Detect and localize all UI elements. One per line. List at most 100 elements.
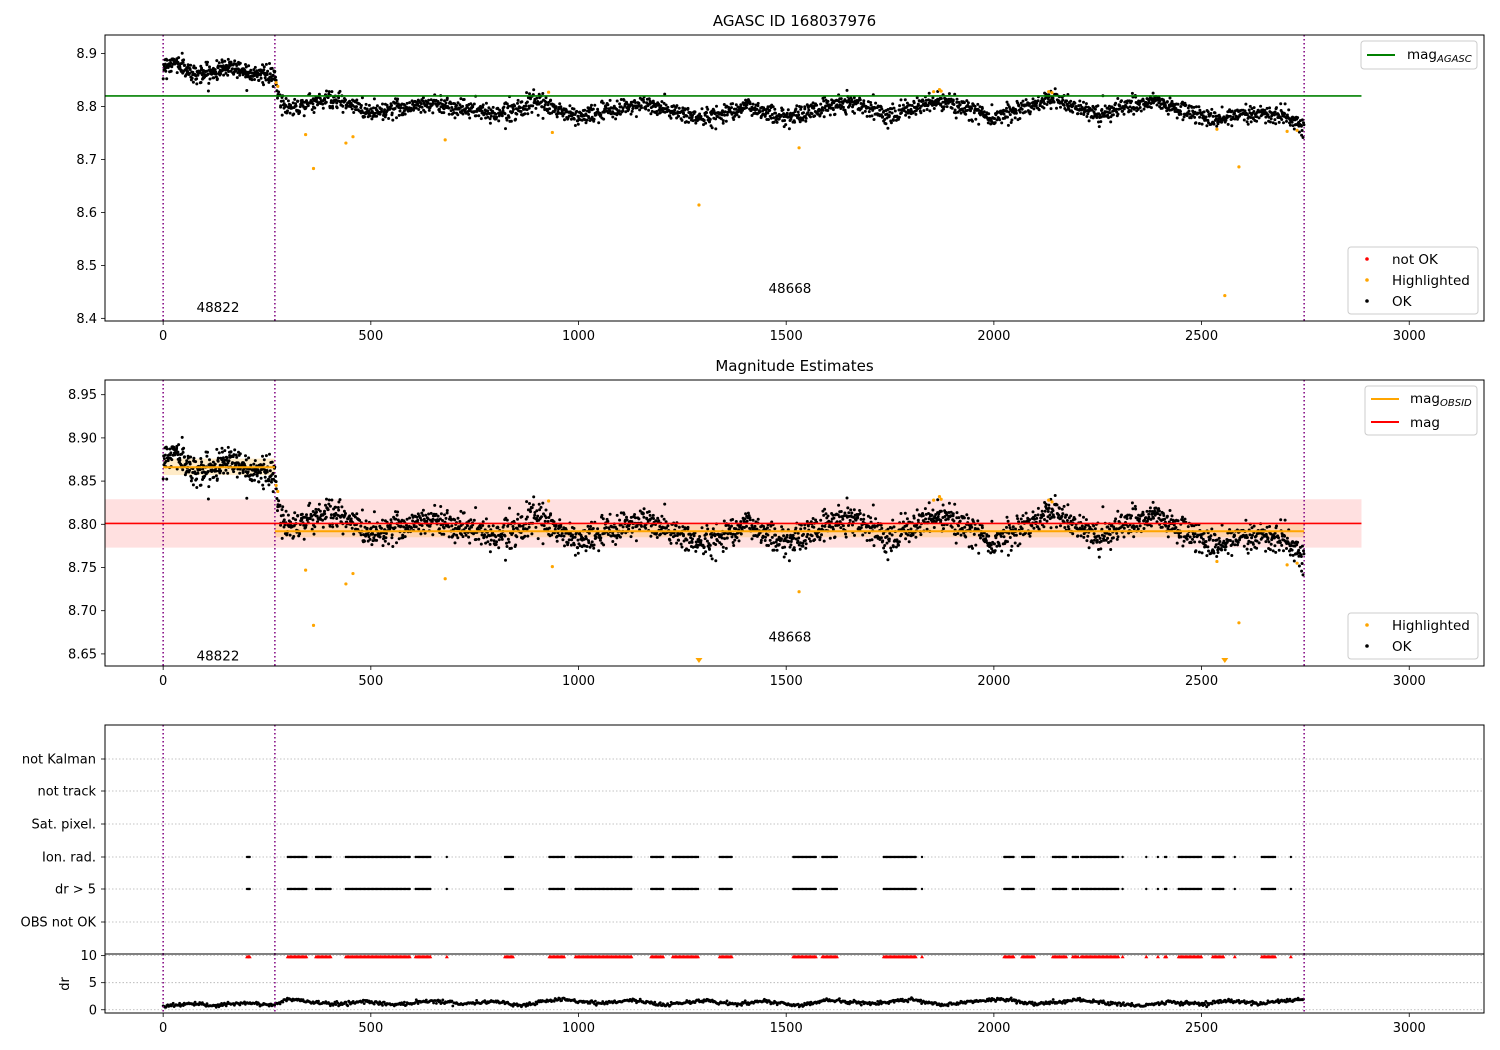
magnitude-estimates-ok-point	[233, 448, 237, 452]
agasc-ok-point	[1212, 122, 1216, 126]
agasc-ok-point	[206, 89, 210, 93]
magnitude-estimates-ok-point	[261, 483, 265, 487]
magnitude-estimates-ok-point	[464, 533, 468, 537]
agasc-ok-point	[427, 98, 431, 102]
agasc-ok-point	[165, 58, 169, 62]
agasc-ok-point	[312, 111, 316, 114]
magnitude-estimates-ok-point	[869, 516, 873, 520]
magnitude-estimates-ok-point	[442, 532, 446, 536]
agasc-ok-point	[1193, 115, 1197, 119]
magnitude-estimates-ok-point	[611, 540, 615, 543]
agasc-x-tick-label: 1000	[562, 329, 595, 344]
agasc-ok-point	[253, 78, 256, 81]
agasc-ok-point	[1028, 110, 1032, 114]
magnitude-estimates-ok-point	[641, 512, 645, 515]
agasc-ok-point	[350, 107, 354, 111]
agasc-ok-point	[1087, 119, 1091, 123]
magnitude-estimates-ok-point	[602, 543, 606, 547]
magnitude-estimates-ok-point	[1086, 534, 1090, 538]
magnitude-estimates-ok-point	[487, 524, 491, 528]
agasc-ok-point	[584, 121, 588, 125]
agasc-ok-point	[372, 97, 376, 101]
magnitude-estimates-ok-point	[1098, 536, 1102, 540]
magnitude-estimates-ok-point	[278, 503, 282, 507]
magnitude-estimates-ok-point	[250, 479, 254, 483]
magnitude-estimates-ok-point	[526, 534, 530, 538]
magnitude-estimates-ok-point	[698, 535, 702, 538]
magnitude-estimates-ok-point	[216, 459, 220, 463]
magnitude-estimates-ok-point	[389, 518, 393, 522]
magnitude-estimates-ok-point	[1065, 519, 1069, 522]
magnitude-estimates-ok-point	[1061, 512, 1065, 516]
magnitude-estimates-ok-point	[165, 477, 169, 481]
agasc-ok-point	[1265, 106, 1269, 110]
magnitude-estimates-ok-point	[1114, 517, 1118, 521]
agasc-ok-point	[387, 117, 391, 120]
agasc-ok-point	[1205, 124, 1209, 128]
magnitude-estimates-ok-point	[403, 535, 407, 539]
agasc-ok-point	[1032, 107, 1036, 111]
agasc-ok-point	[907, 115, 911, 119]
agasc-ok-point	[1216, 122, 1220, 126]
agasc-ok-point	[831, 108, 835, 112]
magnitude-estimates-ok-point	[1024, 511, 1028, 515]
agasc-ok-point	[292, 112, 296, 116]
agasc-ok-point	[767, 118, 770, 121]
agasc-ok-point	[453, 116, 457, 120]
magnitude-estimates-ok-point	[183, 455, 186, 459]
magnitude-estimates-ok-point	[447, 535, 451, 539]
agasc-ok-point	[502, 105, 506, 109]
agasc-ok-point	[383, 108, 387, 112]
magnitude-estimates-ok-point	[1145, 509, 1149, 513]
magnitude-estimates-ok-point	[259, 471, 262, 475]
magnitude-estimates-ok-point	[703, 537, 707, 541]
agasc-ok-point	[794, 107, 798, 111]
agasc-ok-point	[1274, 122, 1278, 126]
magnitude-estimates-ok-point	[389, 525, 392, 529]
agasc-ok-point	[1296, 116, 1300, 120]
agasc-ok-point	[265, 73, 269, 76]
agasc-ok-point	[477, 114, 481, 118]
magnitude-estimates-ok-point	[380, 526, 383, 530]
magnitude-estimates-ok-point	[300, 512, 304, 516]
agasc-ok-point	[1130, 91, 1134, 95]
legend-swatch-not-ok	[1365, 257, 1369, 261]
agasc-ok-point	[217, 61, 221, 65]
magnitude-estimates-ok-point	[1047, 506, 1051, 510]
agasc-ok-point	[990, 103, 994, 107]
agasc-ok-point	[271, 73, 275, 77]
magnitude-estimates-ok-point	[1058, 506, 1061, 510]
agasc-ok-point	[766, 105, 770, 109]
magnitude-estimates-ok-point	[497, 546, 501, 550]
magnitude-estimates-ok-point	[423, 531, 427, 535]
magnitude-estimates-ok-point	[488, 542, 492, 546]
magnitude-estimates-ok-point	[739, 532, 743, 536]
magnitude-estimates-ok-point	[219, 469, 223, 473]
agasc-ok-point	[408, 101, 412, 105]
magnitude-estimates-ok-point	[439, 505, 443, 508]
agasc-ok-point	[1242, 118, 1246, 122]
magnitude-estimates-ok-point	[599, 536, 603, 540]
magnitude-estimates-ok-point	[537, 502, 541, 506]
magnitude-estimates-ok-point	[481, 524, 485, 527]
magnitude-estimates-ok-point	[1008, 536, 1012, 539]
magnitude-estimates-ok-point	[505, 541, 508, 545]
magnitude-estimates-ok-point	[789, 543, 793, 547]
magnitude-estimates-ok-point	[384, 536, 388, 540]
magnitude-estimates-ok-point	[625, 515, 628, 519]
magnitude-estimates-ok-point	[536, 514, 540, 518]
magnitude-estimates-ok-point	[445, 509, 449, 512]
magnitude-estimates-ok-point	[759, 538, 763, 542]
magnitude-estimates-ok-point	[1043, 518, 1046, 521]
magnitude-estimates-ok-point	[431, 533, 435, 537]
agasc-ok-point	[268, 72, 272, 76]
agasc-ok-point	[772, 116, 776, 120]
magnitude-estimates-ok-point	[509, 546, 513, 550]
magnitude-estimates-ok-point	[571, 533, 574, 537]
agasc-ok-point	[393, 107, 397, 110]
agasc-ok-point	[1175, 116, 1179, 120]
magnitude-estimates-ok-point	[708, 547, 711, 551]
agasc-ok-point	[1024, 110, 1027, 114]
agasc-ok-point	[887, 114, 891, 117]
agasc-ok-point	[461, 104, 465, 108]
